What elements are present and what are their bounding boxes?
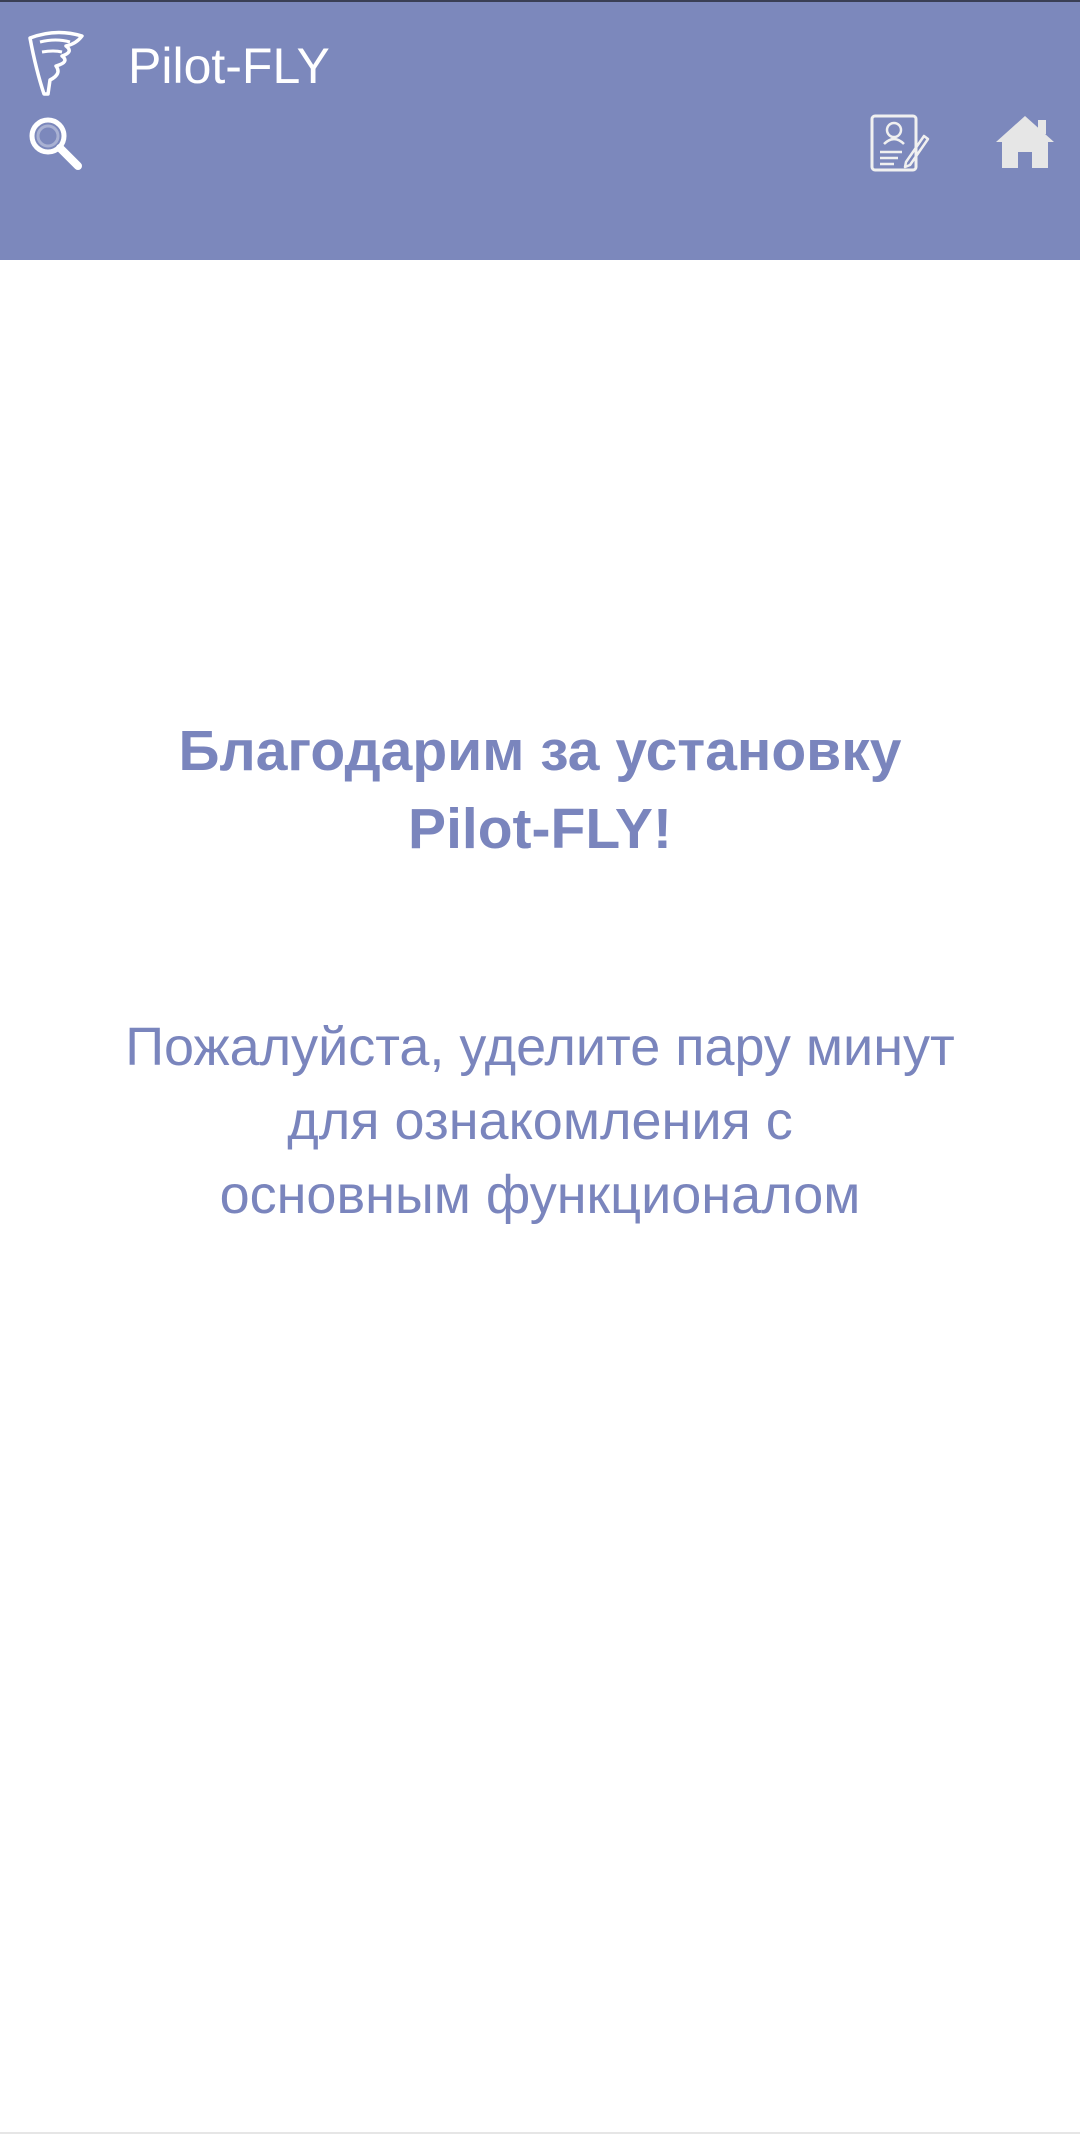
search-button[interactable]	[26, 114, 84, 172]
bottom-divider	[0, 2132, 1080, 2134]
welcome-subtext: Пожалуйста, уделите пару минут для ознак…	[40, 1010, 1040, 1232]
app-logo-icon	[26, 30, 86, 98]
profile-document-edit-icon	[870, 114, 930, 172]
profile-button[interactable]	[868, 112, 930, 174]
search-icon	[29, 117, 82, 170]
welcome-heading-line: Pilot-FLY!	[408, 797, 672, 861]
app-title: Pilot-FLY	[128, 38, 330, 94]
welcome-heading-line: Благодарим за установку	[178, 719, 902, 783]
home-icon	[996, 116, 1054, 168]
home-button[interactable]	[994, 112, 1056, 172]
welcome-subtext-line: Пожалуйста, уделите пару минут	[125, 1017, 955, 1077]
welcome-subtext-line: для ознакомления с	[287, 1091, 793, 1151]
welcome-heading: Благодарим за установку Pilot-FLY!	[60, 712, 1020, 868]
welcome-content: Благодарим за установку Pilot-FLY! Пожал…	[0, 260, 1080, 2130]
welcome-subtext-line: основным функционалом	[219, 1165, 861, 1225]
app-bar: Pilot-FLY	[0, 0, 1080, 260]
